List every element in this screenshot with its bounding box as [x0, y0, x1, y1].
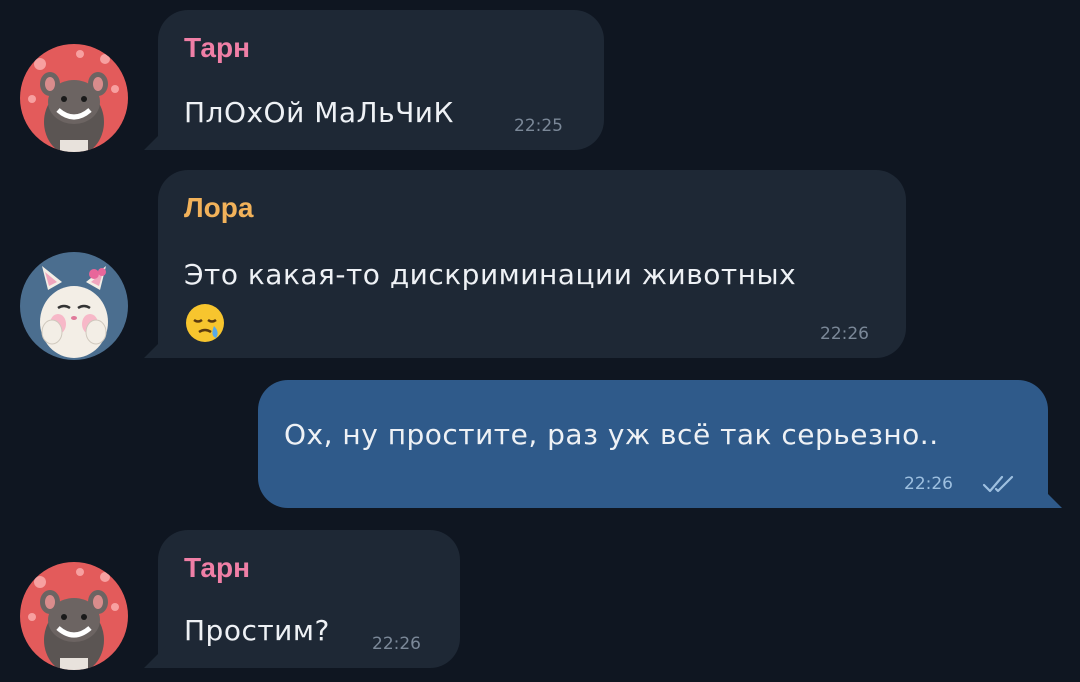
message-time: 22:26 — [904, 474, 953, 494]
cat-avatar-icon — [20, 252, 128, 360]
sender-name[interactable]: Тарн — [184, 32, 250, 64]
message-time: 22:25 — [514, 116, 563, 136]
rat-avatar-icon — [20, 44, 128, 152]
message-text: ПлОхОй МаЛьЧиК — [184, 96, 454, 129]
message-text: Простим? — [184, 614, 330, 647]
sender-name[interactable]: Тарн — [184, 552, 250, 584]
double-check-icon — [982, 475, 1014, 493]
sleepy-face-emoji-icon — [186, 304, 224, 342]
avatar[interactable] — [20, 44, 128, 152]
message-text: Это какая-то дискриминации животных — [184, 258, 797, 291]
message-bubble[interactable]: Лора Это какая-то дискриминации животных… — [144, 170, 906, 358]
message-bubble-outgoing[interactable]: Ох, ну простите, раз уж всё так серьезно… — [258, 380, 1062, 508]
sender-name[interactable]: Лора — [184, 192, 253, 224]
avatar[interactable] — [20, 562, 128, 670]
avatar[interactable] — [20, 252, 128, 360]
message-text: Ох, ну простите, раз уж всё так серьезно… — [284, 418, 939, 451]
message-time: 22:26 — [372, 634, 421, 654]
message-time: 22:26 — [820, 324, 869, 344]
message-bubble[interactable]: Тарн Простим? 22:26 — [144, 530, 460, 668]
rat-avatar-icon — [20, 562, 128, 670]
message-bubble[interactable]: Тарн ПлОхОй МаЛьЧиК 22:25 — [144, 10, 604, 150]
